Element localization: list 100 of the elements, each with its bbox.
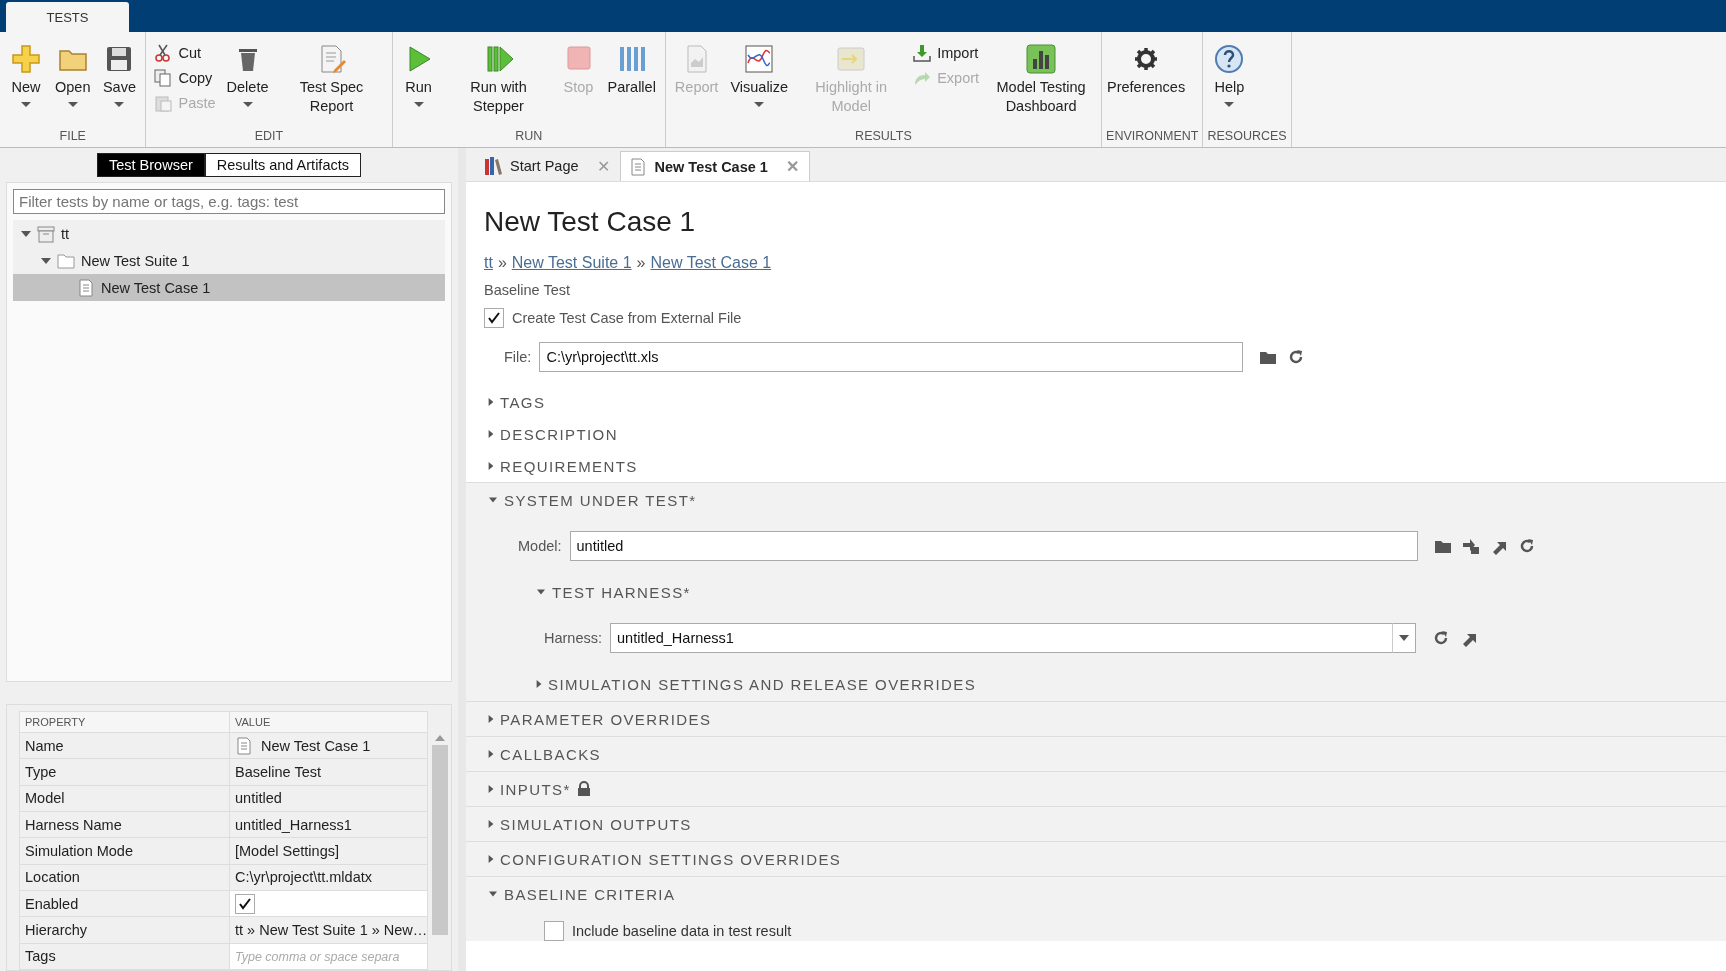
property-value: [Model Settings] [235,842,339,859]
property-value: tt » New Test Suite 1 » New… [235,921,427,938]
group-label: RUN [514,128,544,145]
property-name: Enabled [25,895,79,912]
tree-label: New Test Case 1 [101,279,211,296]
scissors-icon [154,44,173,62]
property-name: Name [25,737,64,754]
clipboard-icon [154,94,173,112]
field-label: Model: [518,538,562,554]
gear-icon [1133,46,1160,72]
page-title: New Test Case 1 [484,206,697,238]
breadcrumb-link[interactable]: tt [484,254,493,271]
plus-icon [10,43,42,75]
caret-icon [1399,635,1410,641]
document-tab[interactable]: New Test Case 1 ✕ [619,151,810,181]
group-label: FILE [58,128,87,145]
toolbar-button[interactable]: Help [1207,36,1252,127]
section-header[interactable]: PARAMETER OVERRIDES [484,702,712,736]
group-label: ENVIRONMENT [1106,128,1199,145]
panel-tab[interactable]: Results and Artifacts [204,153,361,177]
tree-item[interactable]: New Test Suite 1 [13,247,445,274]
toolbar-button[interactable]: Visualize [725,36,794,127]
checkbox-label: Include baseline data in test result [572,923,792,939]
field-label: File: [504,349,532,365]
tree-label: tt [61,225,70,242]
group-label: EDIT [253,128,285,145]
section-header[interactable]: REQUIREMENTS [484,450,638,482]
breadcrumb-link[interactable]: New Test Case 1 [650,254,772,271]
section-header[interactable]: INPUTS* [484,772,591,806]
copy-icon [154,69,173,87]
group-label: RESOURCES [1207,128,1287,145]
toolbar-button[interactable]: Test Spec Report [275,36,388,127]
section-header[interactable]: TEST HARNESS* [532,575,691,609]
app-tab[interactable]: TESTS [6,2,129,32]
export-arrow-icon [913,69,932,87]
test-type: Baseline Test [484,282,571,298]
help-icon [1213,43,1246,75]
expand-caret-icon[interactable] [41,257,51,264]
lock-icon [576,781,591,797]
document-tab[interactable]: Start Page ✕ [476,151,620,181]
folder-icon [57,251,75,270]
section-header[interactable]: CALLBACKS [484,737,601,771]
section-header[interactable]: SYSTEM UNDER TEST* [484,483,697,517]
property-name: Type [25,764,57,780]
box-icon [37,224,55,243]
chart-icon [743,43,776,75]
checkbox[interactable] [484,308,504,328]
toolbar-button[interactable]: Cut [150,42,220,64]
toolbar-button[interactable]: Run [396,36,441,127]
breadcrumb-link[interactable]: New Test Suite 1 [511,254,632,271]
tags-field[interactable]: Type comma or space separa [229,943,428,970]
toolbar-button[interactable]: Import [909,42,984,64]
section-header[interactable]: SIMULATION SETTINGS AND RELEASE OVERRIDES [532,667,977,701]
property-value: untitled_Harness1 [235,816,352,833]
breadcrumb-separator: » [497,254,507,271]
property-name: Model [25,790,65,807]
toolbar-button[interactable]: Save [97,36,142,127]
document-icon [77,278,95,297]
expand-caret-icon[interactable] [21,230,31,237]
group-label: RESULTS [854,128,913,145]
column-header: VALUE [235,716,271,728]
books-icon [484,156,502,176]
breadcrumb-separator: » [636,254,646,271]
filter-field[interactable]: Filter tests by name or tags, e.g. tags: test [13,189,445,214]
toolbar-button[interactable]: Preferences [1106,36,1187,127]
section-header[interactable]: TAGS [484,386,546,418]
toolbar-button[interactable]: Run with Stepper [442,36,555,127]
dropdown-button[interactable] [1392,623,1417,653]
checkbox[interactable] [235,893,255,914]
section-header[interactable]: DESCRIPTION [484,418,618,450]
add-arrow-icon [1461,537,1480,555]
toolbar-button[interactable]: Open [50,36,96,127]
tree-item[interactable]: tt [13,220,445,247]
toolbar-button[interactable]: Model Testing Dashboard [985,36,1098,127]
checkbox[interactable] [544,921,564,941]
toolbar-button[interactable]: Delete [221,36,274,127]
column-header: PROPERTY [25,716,86,728]
section-header[interactable]: SIMULATION OUTPUTS [484,807,692,841]
file-field[interactable]: C:\yr\project\tt.xls [539,342,1244,372]
toolbar-button[interactable]: New [4,36,48,127]
section-header[interactable]: BASELINE CRITERIA [484,877,676,911]
property-value: C:\yr\project\tt.mldatx [235,869,372,886]
tree-item[interactable]: New Test Case 1 [13,274,445,301]
panel-tab[interactable]: Test Browser [97,153,205,177]
property-name: Hierarchy [25,921,88,938]
document-icon [235,736,253,755]
property-name: Tags [25,948,56,965]
model-field[interactable]: untitled [569,531,1418,561]
bar-chart-icon [1025,43,1058,75]
toolbar-button[interactable]: Copy [150,67,220,89]
checkbox-label: Create Test Case from External File [512,310,742,326]
property-value: untitled [235,790,282,807]
toolbar-button[interactable]: Parallel [602,36,661,127]
property-value: Baseline Test [235,764,321,780]
property-name: Simulation Mode [25,842,133,859]
tree-label: New Test Suite 1 [81,252,190,269]
property-value: New Test Case 1 [261,737,371,754]
harness-dropdown[interactable]: untitled_Harness1 [610,623,1393,653]
property-name: Harness Name [25,816,122,833]
download-icon [913,44,932,62]
